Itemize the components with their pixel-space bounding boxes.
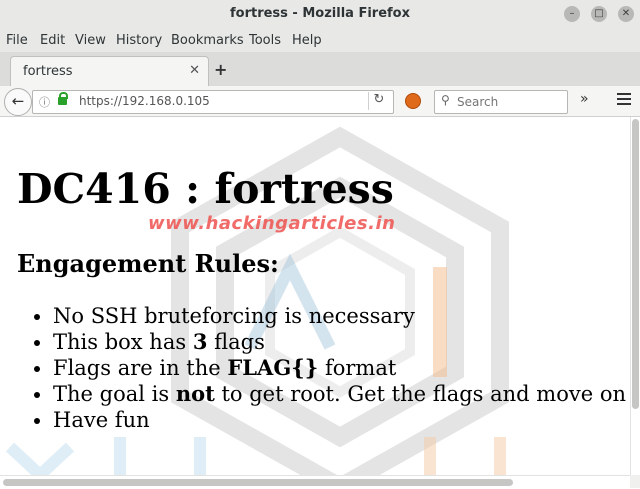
menu-tools[interactable]: Tools [249,33,281,48]
page-content: www.hackingarticles.in DC416 : fortress … [0,117,630,475]
overflow-chevron-icon[interactable]: » [580,91,589,107]
minimize-button[interactable]: – [564,6,580,22]
menu-history[interactable]: History [116,33,162,48]
back-button[interactable]: ← [4,88,32,116]
menu-bookmarks[interactable]: Bookmarks [171,33,244,48]
rules-list: No SSH bruteforcing is necessary This bo… [17,303,628,433]
search-icon: ⚲ [441,93,450,107]
tab-close-icon[interactable]: ✕ [189,63,200,78]
list-item: This box has 3 flags [53,329,628,355]
horizontal-scrollbar[interactable] [0,475,630,489]
vertical-scrollbar[interactable] [630,117,640,475]
url-text[interactable]: https://192.168.0.105 [79,94,210,108]
tab-label: fortress [23,64,73,79]
scroll-corner [630,475,640,488]
tab-fortress[interactable]: fortress ✕ [10,56,209,87]
maximize-button[interactable]: □ [591,6,607,22]
site-info-icon[interactable]: ⓘ [39,94,50,110]
list-item: Have fun [53,407,628,433]
url-bar[interactable]: ⓘ https://192.168.0.105 ↻ [32,90,394,114]
list-item: The goal is not to get root. Get the fla… [53,381,628,407]
hamburger-menu-icon[interactable] [617,93,631,108]
menu-edit[interactable]: Edit [40,33,65,48]
list-item: Flags are in the FLAG{} format [53,355,628,381]
list-item: No SSH bruteforcing is necessary [53,303,628,329]
menu-bar: File Edit View History Bookmarks Tools H… [0,30,640,52]
pocket-icon[interactable] [405,93,421,109]
page-heading: DC416 : fortress [17,165,394,213]
menu-view[interactable]: View [75,33,106,48]
horizontal-scroll-thumb[interactable] [3,479,513,486]
close-window-button[interactable]: ✕ [618,6,634,22]
tab-strip: fortress ✕ + [0,52,640,87]
window-titlebar: fortress - Mozilla Firefox – □ ✕ [0,0,640,31]
menu-file[interactable]: File [6,33,28,48]
watermark-text: www.hackingarticles.in [148,213,396,234]
lock-icon [58,92,68,105]
vertical-scroll-thumb[interactable] [632,119,639,409]
search-input[interactable] [455,93,564,111]
navigation-toolbar: ← ⓘ https://192.168.0.105 ↻ ⚲ » [0,86,640,117]
search-box[interactable]: ⚲ [434,90,568,114]
menu-help[interactable]: Help [292,33,322,48]
page-subheading: Engagement Rules: [17,249,279,278]
window-title: fortress - Mozilla Firefox [229,6,410,21]
reload-icon[interactable]: ↻ [368,92,389,110]
new-tab-icon[interactable]: + [214,60,227,79]
